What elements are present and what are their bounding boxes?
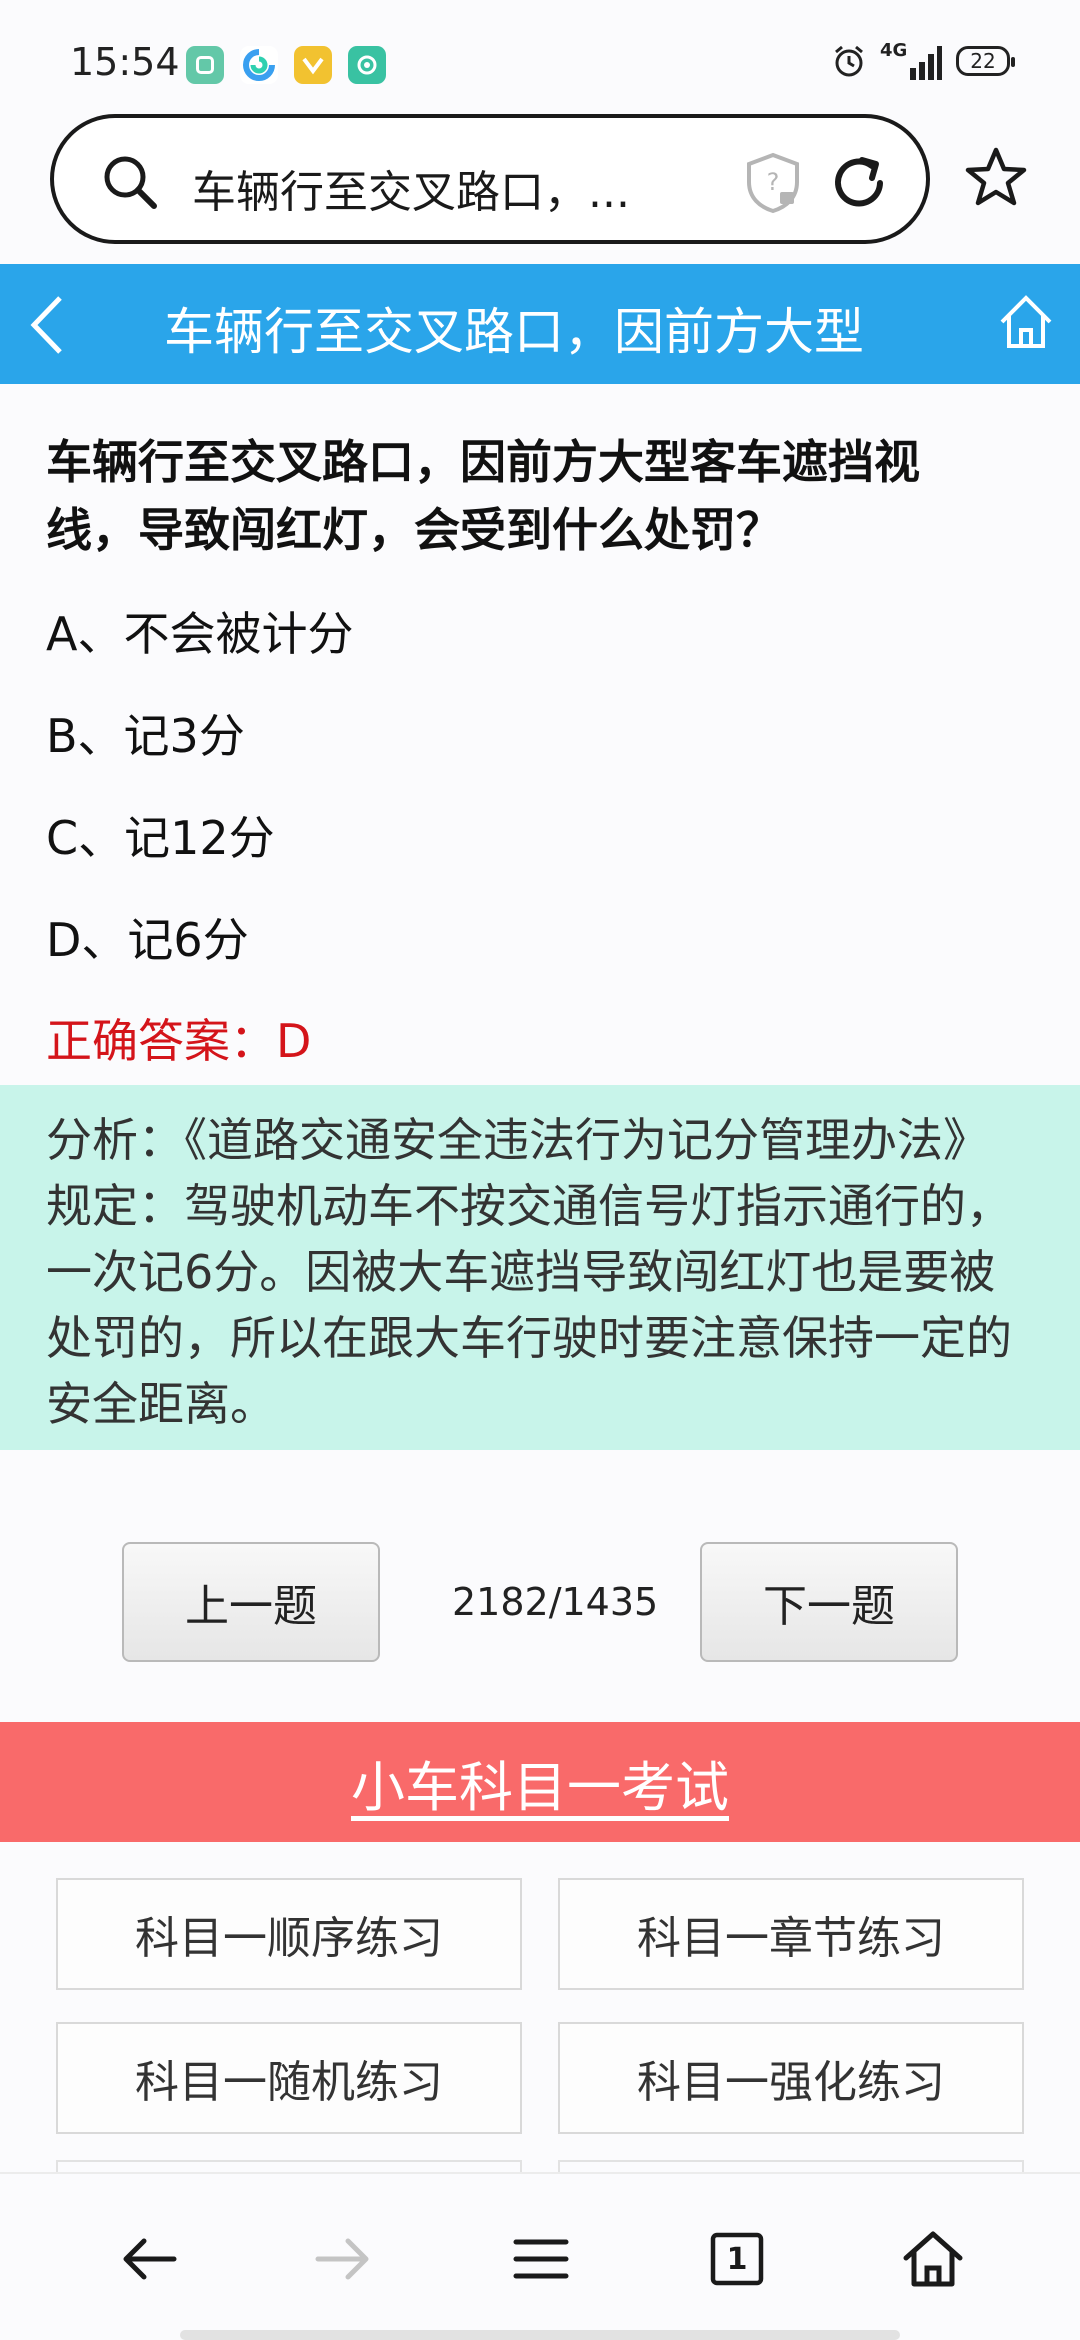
- status-time: 15:54: [70, 40, 180, 84]
- battery-icon: 22: [956, 46, 1015, 76]
- exam-banner: 小车科目一考试: [0, 1722, 1080, 1842]
- correct-answer: 正确答案：D: [46, 1014, 312, 1068]
- analysis-panel: 分析：《道路交通安全违法行为记分管理办法》规定：驾驶机动车不按交通信号灯指示通行…: [0, 1085, 1080, 1450]
- signal-group: 4G: [880, 40, 942, 80]
- notification-app-icon-4: [348, 46, 386, 84]
- practice-random-button[interactable]: 科目一随机练习: [56, 2022, 522, 2134]
- status-bar: 15:54 4G 22: [0, 0, 1080, 120]
- svg-text:?: ?: [767, 168, 780, 196]
- next-question-button[interactable]: 下一题: [700, 1542, 958, 1662]
- browser-bottom-nav: 1: [0, 2172, 1080, 2340]
- back-arrow-icon[interactable]: [22, 292, 72, 358]
- question-text: 车辆行至交叉路口，因前方大型客车遮挡视线，导致闯红灯，会受到什么处罚？: [46, 435, 920, 557]
- signal-icon: [910, 46, 942, 80]
- nav-forward-icon[interactable]: [308, 2224, 378, 2294]
- nav-home-icon[interactable]: [898, 2224, 968, 2294]
- battery-level: 22: [970, 49, 996, 73]
- nav-back-icon[interactable]: [114, 2224, 184, 2294]
- home-icon[interactable]: [996, 292, 1056, 352]
- notification-app-icon-2: [240, 46, 278, 84]
- status-right-group: 4G 22: [832, 40, 1015, 80]
- practice-chapter-button[interactable]: 科目一章节练习: [558, 1878, 1024, 1990]
- reload-icon[interactable]: [828, 152, 890, 214]
- security-shield-icon[interactable]: ?: [744, 152, 802, 214]
- prev-question-button[interactable]: 上一题: [122, 1542, 380, 1662]
- option-d: D、记6分: [46, 913, 249, 967]
- analysis-text: 分析：《道路交通安全违法行为记分管理办法》规定：驾驶机动车不按交通信号灯指示通行…: [46, 1113, 1012, 1431]
- page-title: 车辆行至交叉路口，因前方大型: [164, 303, 864, 361]
- bookmark-star-icon[interactable]: [962, 144, 1030, 212]
- option-c: C、记12分: [46, 811, 275, 865]
- address-bar[interactable]: 车辆行至交叉路口，... ?: [50, 114, 930, 244]
- tabs-button[interactable]: 1: [702, 2224, 772, 2294]
- notification-app-icon-1: [186, 46, 224, 84]
- notification-icons: [186, 46, 386, 84]
- search-icon: [104, 156, 157, 209]
- notification-app-icon-3: [294, 46, 332, 84]
- menu-icon[interactable]: [506, 2224, 576, 2294]
- gesture-bar: [180, 2330, 900, 2340]
- option-b: B、记3分: [46, 709, 245, 763]
- practice-intensive-button[interactable]: 科目一强化练习: [558, 2022, 1024, 2134]
- tab-count: 1: [726, 2241, 748, 2277]
- question-counter: 2182/1435: [452, 1580, 659, 1624]
- practice-sequential-button[interactable]: 科目一顺序练习: [56, 1878, 522, 1990]
- exam-link[interactable]: 小车科目一考试: [351, 1743, 729, 1822]
- alarm-icon: [835, 45, 863, 77]
- page-header: 车辆行至交叉路口，因前方大型: [0, 264, 1080, 384]
- option-a: A、不会被计分: [46, 607, 354, 661]
- address-bar-text[interactable]: 车辆行至交叉路口，...: [192, 156, 630, 220]
